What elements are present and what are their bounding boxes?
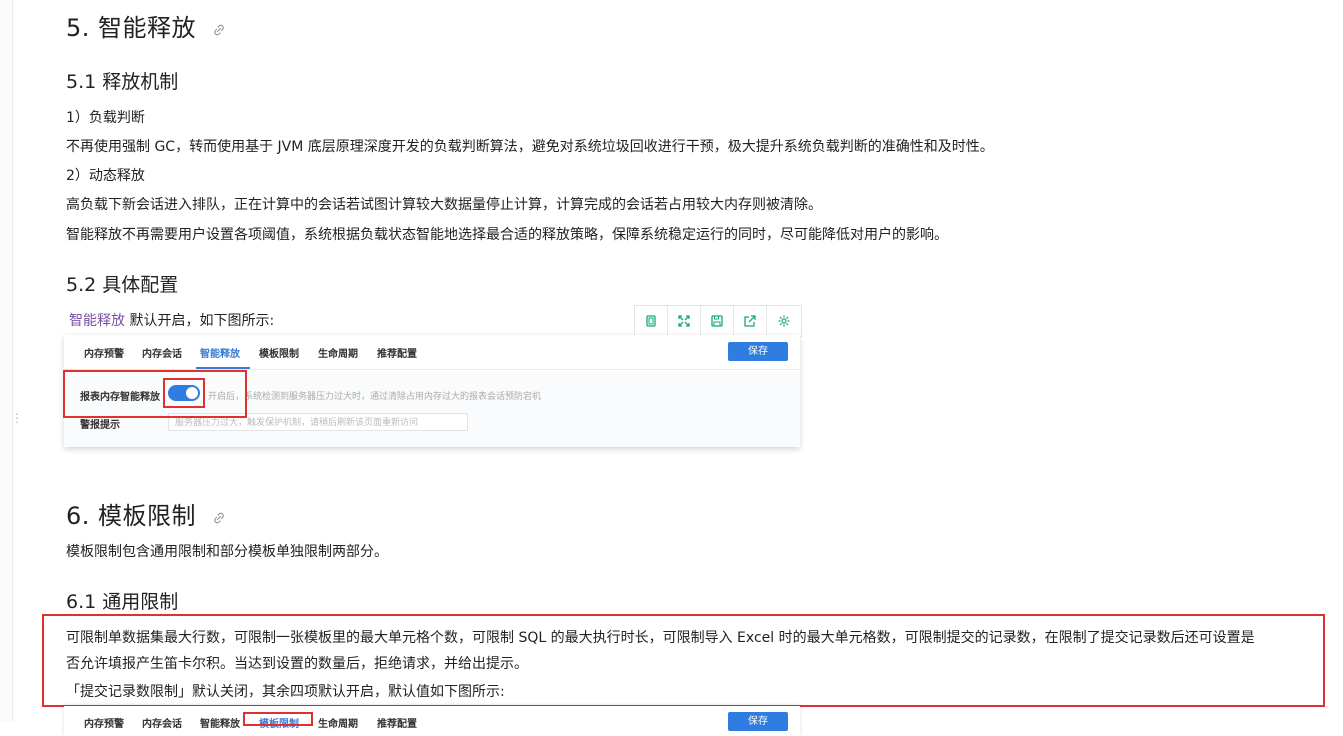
config-intro-text: 默认开启，如下图所示: — [125, 313, 275, 329]
save-button[interactable]: 保存 — [728, 342, 788, 361]
share-icon[interactable] — [734, 306, 767, 336]
tab-memory-session[interactable]: 内存会话 — [142, 715, 182, 730]
tab-smart-release[interactable]: 智能释放 — [200, 715, 240, 730]
paragraph: 不再使用强制 GC，转而使用基于 JVM 底层原理深度开发的负载判断算法，避免对… — [66, 139, 994, 155]
left-rail — [0, 0, 13, 721]
alert-prompt-label: 警报提示 — [80, 420, 120, 431]
highlight-box — [63, 370, 247, 418]
paragraph: 模板限制包含通用限制和部分模板单独限制两部分。 — [66, 544, 388, 560]
section-title: 5. 智能释放 — [66, 14, 197, 42]
subsection-heading-5-1: 5.1 释放机制 — [66, 71, 179, 93]
copy-icon[interactable] — [635, 306, 668, 336]
link-icon[interactable] — [212, 503, 226, 531]
item-title: 1）负载判断 — [66, 110, 145, 126]
tab-memory-warning[interactable]: 内存预警 — [84, 345, 124, 360]
tab-recommended-config[interactable]: 推荐配置 — [377, 345, 417, 360]
smart-release-hint: 开启后，系统检测到服务器压力过大时，通过清除占用内存过大的报表会话预防宕机 — [208, 392, 542, 402]
active-tab-indicator — [196, 367, 250, 369]
save-icon[interactable] — [701, 306, 734, 336]
item-title: 2）动态释放 — [66, 168, 145, 184]
paragraph: 智能释放不再需要用户设置各项阈值，系统根据负载状态智能地选择最合适的释放策略，保… — [66, 227, 948, 243]
expand-icon[interactable] — [668, 306, 701, 336]
config-intro: 智能释放 默认开启，如下图所示: — [69, 310, 274, 330]
tab-memory-warning[interactable]: 内存预警 — [84, 715, 124, 730]
link-icon[interactable] — [212, 15, 226, 43]
tab-lifecycle[interactable]: 生命周期 — [318, 345, 358, 360]
highlight-box — [243, 712, 313, 726]
tab-smart-release[interactable]: 智能释放 — [200, 345, 240, 360]
tab-lifecycle[interactable]: 生命周期 — [318, 715, 358, 730]
drag-handle-icon[interactable]: ⋮ — [11, 412, 23, 424]
settings-icon[interactable] — [767, 306, 800, 336]
feature-tag: 智能释放 — [69, 313, 125, 329]
section-heading-5: 5. 智能释放 — [66, 8, 226, 43]
settings-screenshot-2: 内存预警 内存会话 智能释放 模板限制 生命周期 推荐配置 保存 — [64, 706, 800, 736]
tab-template-limit[interactable]: 模板限制 — [259, 345, 299, 360]
highlight-box — [163, 378, 205, 408]
subsection-heading-5-2: 5.2 具体配置 — [66, 274, 179, 296]
tab-memory-session[interactable]: 内存会话 — [142, 345, 182, 360]
section-heading-6: 6. 模板限制 — [66, 496, 226, 531]
paragraph: 高负载下新会话进入排队，正在计算中的会话若试图计算较大数据量停止计算，计算完成的… — [66, 197, 822, 213]
save-button[interactable]: 保存 — [728, 712, 788, 731]
section-title: 6. 模板限制 — [66, 502, 197, 530]
tab-recommended-config[interactable]: 推荐配置 — [377, 715, 417, 730]
image-toolbar — [634, 305, 802, 337]
settings-tabs: 内存预警 内存会话 智能释放 模板限制 生命周期 推荐配置 保存 — [64, 335, 800, 370]
subsection-heading-6-1: 6.1 通用限制 — [66, 591, 179, 613]
highlight-box — [42, 614, 1325, 707]
